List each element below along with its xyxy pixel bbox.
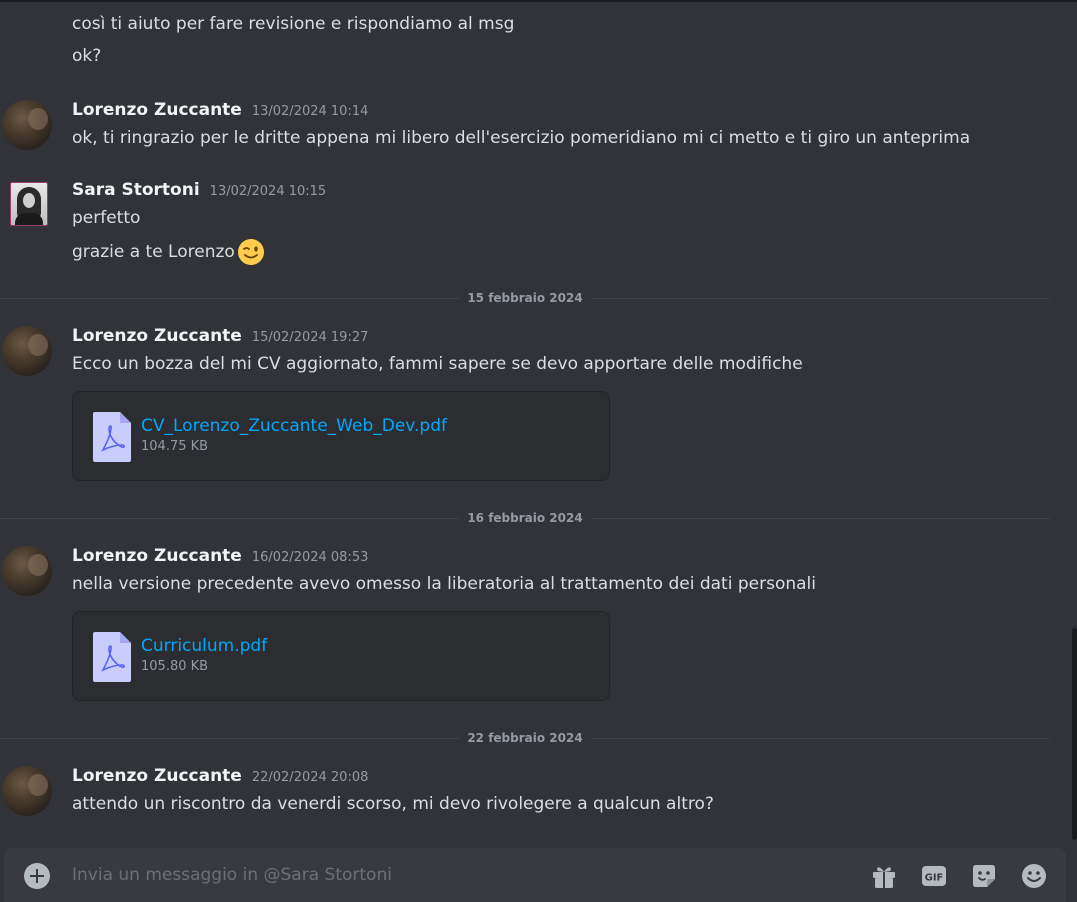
scrollbar-thumb[interactable] (1072, 628, 1077, 840)
attachment-filename-link[interactable]: Curriculum.pdf (141, 636, 267, 656)
date-divider-label: 22 febbraio 2024 (459, 731, 591, 745)
timestamp: 22/02/2024 20:08 (251, 770, 369, 785)
message-text: grazie a te Lorenzo (72, 242, 235, 262)
winking-face-icon[interactable] (237, 238, 265, 266)
message-header: Lorenzo Zuccante 16/02/2024 08:53 (72, 546, 368, 566)
sticker-icon[interactable] (970, 862, 998, 890)
gift-icon[interactable] (870, 862, 898, 890)
pdf-file-icon (93, 412, 131, 462)
message-header: Lorenzo Zuccante 15/02/2024 19:27 (72, 326, 368, 346)
message-line: così ti aiuto per fare revisione e rispo… (72, 14, 515, 34)
timestamp: 13/02/2024 10:15 (209, 184, 327, 199)
message-text-with-emoji: grazie a te Lorenzo (72, 238, 265, 266)
gif-label: GIF (925, 873, 944, 884)
attachment-filesize: 105.80 KB (141, 659, 209, 674)
date-divider: 16 febbraio 2024 (0, 511, 1050, 525)
top-border (0, 0, 1077, 2)
file-attachment: CV_Lorenzo_Zuccante_Web_Dev.pdf 104.75 K… (72, 391, 610, 481)
emoji-icon[interactable] (1020, 862, 1048, 890)
date-divider: 15 febbraio 2024 (0, 291, 1050, 305)
file-attachment: Curriculum.pdf 105.80 KB (72, 611, 610, 701)
username[interactable]: Lorenzo Zuccante (72, 546, 242, 566)
username[interactable]: Lorenzo Zuccante (72, 100, 242, 120)
message-header: Lorenzo Zuccante 22/02/2024 20:08 (72, 766, 368, 786)
gif-icon[interactable]: GIF (920, 862, 948, 890)
pdf-file-icon (93, 632, 131, 682)
attachment-filesize: 104.75 KB (141, 439, 209, 454)
message-line: ok? (72, 46, 102, 66)
message-text: perfetto (72, 208, 141, 228)
username[interactable]: Sara Stortoni (72, 180, 200, 200)
message-text: attendo un riscontro da venerdi scorso, … (72, 794, 714, 814)
timestamp: 13/02/2024 10:14 (251, 104, 369, 119)
username[interactable]: Lorenzo Zuccante (72, 326, 242, 346)
add-attachment-icon[interactable] (24, 863, 50, 889)
avatar-sara[interactable] (10, 182, 48, 226)
message-text: ok, ti ringrazio per le dritte appena mi… (72, 128, 971, 148)
date-divider: 22 febbraio 2024 (0, 731, 1050, 745)
avatar-lorenzo[interactable] (2, 546, 52, 596)
username[interactable]: Lorenzo Zuccante (72, 766, 242, 786)
timestamp: 15/02/2024 19:27 (251, 330, 369, 345)
avatar-lorenzo[interactable] (2, 766, 52, 816)
message-header: Lorenzo Zuccante 13/02/2024 10:14 (72, 100, 368, 120)
timestamp: 16/02/2024 08:53 (251, 550, 369, 565)
message-text: Ecco un bozza del mi CV aggiornato, famm… (72, 354, 803, 374)
attachment-filename-link[interactable]: CV_Lorenzo_Zuccante_Web_Dev.pdf (141, 416, 447, 436)
date-divider-label: 15 febbraio 2024 (459, 291, 591, 305)
message-composer: GIF (4, 848, 1066, 902)
message-header: Sara Stortoni 13/02/2024 10:15 (72, 180, 326, 200)
avatar-lorenzo[interactable] (2, 326, 52, 376)
date-divider-label: 16 febbraio 2024 (459, 511, 591, 525)
message-text: nella versione precedente avevo omesso l… (72, 574, 816, 594)
avatar-lorenzo[interactable] (2, 100, 52, 150)
message-input[interactable] (72, 858, 832, 892)
